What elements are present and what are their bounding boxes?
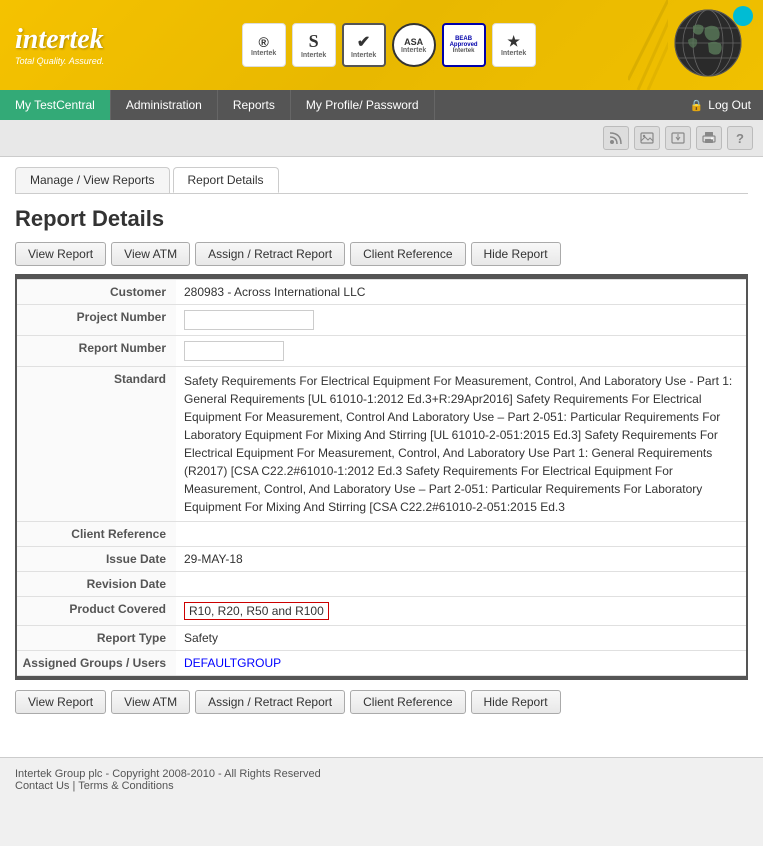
table-row-client-reference: Client Reference (16, 521, 747, 546)
product-covered-label: Product Covered (16, 596, 176, 625)
hide-report-button-top[interactable]: Hide Report (471, 242, 561, 266)
cert-beab-label: Intertek (453, 48, 475, 54)
cert-check: ✔ Intertek (342, 23, 386, 67)
product-covered-value: R10, R20, R50 and R100 (176, 596, 747, 625)
image-icon[interactable] (634, 126, 660, 150)
footer: Intertek Group plc - Copyright 2008-2010… (0, 757, 763, 802)
globe-section (673, 8, 748, 83)
cert-section: ® Intertek S Intertek ✔ Intertek ASA Int… (242, 23, 536, 67)
cert-etl: ® Intertek (242, 23, 286, 67)
issue-date-value: 29-MAY-18 (176, 546, 747, 571)
table-row-project-number: Project Number (16, 304, 747, 335)
hide-report-button-bottom[interactable]: Hide Report (471, 690, 561, 714)
cert-asa: ASA Intertek (392, 23, 436, 67)
download-icon[interactable] (665, 126, 691, 150)
tab-manage-view-reports[interactable]: Manage / View Reports (15, 167, 170, 193)
tab-report-details[interactable]: Report Details (173, 167, 279, 193)
project-number-input[interactable] (184, 310, 314, 330)
report-number-input[interactable] (184, 341, 284, 361)
client-reference-button-bottom[interactable]: Client Reference (350, 690, 465, 714)
toolbar: ? (0, 120, 763, 157)
nav-reports[interactable]: Reports (218, 90, 291, 120)
brand-section: intertek Total Quality. Assured. (15, 24, 104, 66)
client-reference-label: Client Reference (16, 521, 176, 546)
page-title: Report Details (15, 206, 748, 232)
help-icon[interactable]: ? (727, 126, 753, 150)
brand-tagline: Total Quality. Assured. (15, 56, 104, 66)
cert-star-label: Intertek (501, 50, 526, 57)
table-row-revision-date: Revision Date (16, 571, 747, 596)
nav-my-testcentral[interactable]: My TestCentral (0, 90, 111, 120)
assigned-groups-label: Assigned Groups / Users (16, 650, 176, 675)
view-atm-button-top[interactable]: View ATM (111, 242, 190, 266)
rss-icon[interactable] (603, 126, 629, 150)
view-report-button-bottom[interactable]: View Report (15, 690, 106, 714)
cert-asa-label: Intertek (401, 47, 426, 54)
brand-logo: intertek (15, 24, 104, 56)
cert-s: S Intertek (292, 23, 336, 67)
nav-logout[interactable]: 🔒 Log Out (678, 90, 763, 120)
product-covered-text: R10, R20, R50 and R100 (184, 602, 329, 620)
report-type-label: Report Type (16, 625, 176, 650)
cert-check-label: Intertek (351, 52, 376, 59)
view-atm-button-bottom[interactable]: View ATM (111, 690, 190, 714)
footer-contact-us[interactable]: Contact Us (15, 780, 69, 792)
client-reference-value (176, 521, 747, 546)
cert-check-symbol: ✔ (357, 32, 370, 52)
table-row-standard: Standard Safety Requirements For Electri… (16, 366, 747, 521)
client-reference-button-top[interactable]: Client Reference (350, 242, 465, 266)
cert-etl-label: Intertek (251, 50, 276, 57)
cert-s-label: Intertek (301, 52, 326, 59)
customer-value: 280983 - Across International LLC (176, 279, 747, 304)
cert-star: ★ Intertek (492, 23, 536, 67)
nav-bar: My TestCentral Administration Reports My… (0, 90, 763, 120)
header: intertek Total Quality. Assured. ® Inter… (0, 0, 763, 90)
issue-date-label: Issue Date (16, 546, 176, 571)
tabs-row: Manage / View Reports Report Details (15, 167, 748, 194)
cert-asa-symbol: ASA (404, 37, 423, 47)
nav-my-profile[interactable]: My Profile/ Password (291, 90, 435, 120)
details-table: Customer 280983 - Across International L… (15, 274, 748, 680)
action-buttons-bottom: View Report View ATM Assign / Retract Re… (15, 690, 748, 714)
standard-label: Standard (16, 366, 176, 521)
assign-retract-button-top[interactable]: Assign / Retract Report (195, 242, 345, 266)
table-row-customer: Customer 280983 - Across International L… (16, 279, 747, 304)
cert-beab: BEAB Approved Intertek (442, 23, 486, 67)
decorative-lines (628, 0, 668, 90)
report-number-value (176, 335, 747, 366)
print-icon[interactable] (696, 126, 722, 150)
standard-value: Safety Requirements For Electrical Equip… (176, 366, 747, 521)
action-buttons-top: View Report View ATM Assign / Retract Re… (15, 242, 748, 266)
footer-links: Contact Us | Terms & Conditions (15, 780, 748, 792)
customer-label: Customer (16, 279, 176, 304)
footer-terms[interactable]: Terms & Conditions (78, 780, 173, 792)
table-row-product-covered: Product Covered R10, R20, R50 and R100 (16, 596, 747, 625)
view-report-button-top[interactable]: View Report (15, 242, 106, 266)
table-row-issue-date: Issue Date 29-MAY-18 (16, 546, 747, 571)
project-number-value (176, 304, 747, 335)
cert-etl-symbol: ® (258, 34, 268, 50)
project-number-label: Project Number (16, 304, 176, 335)
assigned-groups-value: DEFAULTGROUP (176, 650, 747, 675)
report-type-value: Safety (176, 625, 747, 650)
main-content: Manage / View Reports Report Details Rep… (0, 157, 763, 757)
cert-s-symbol: S (309, 31, 319, 52)
revision-date-value (176, 571, 747, 596)
revision-date-label: Revision Date (16, 571, 176, 596)
table-row-assigned-groups: Assigned Groups / Users DEFAULTGROUP (16, 650, 747, 675)
footer-copyright: Intertek Group plc - Copyright 2008-2010… (15, 768, 748, 780)
lock-icon: 🔒 (690, 99, 704, 112)
table-row-report-type: Report Type Safety (16, 625, 747, 650)
assigned-group-text: DEFAULTGROUP (184, 656, 281, 670)
report-number-label: Report Number (16, 335, 176, 366)
assign-retract-button-bottom[interactable]: Assign / Retract Report (195, 690, 345, 714)
blue-dot (733, 6, 753, 26)
table-footer-row (16, 675, 747, 679)
cert-star-symbol: ★ (507, 33, 520, 50)
table-row-report-number: Report Number (16, 335, 747, 366)
nav-administration[interactable]: Administration (111, 90, 218, 120)
